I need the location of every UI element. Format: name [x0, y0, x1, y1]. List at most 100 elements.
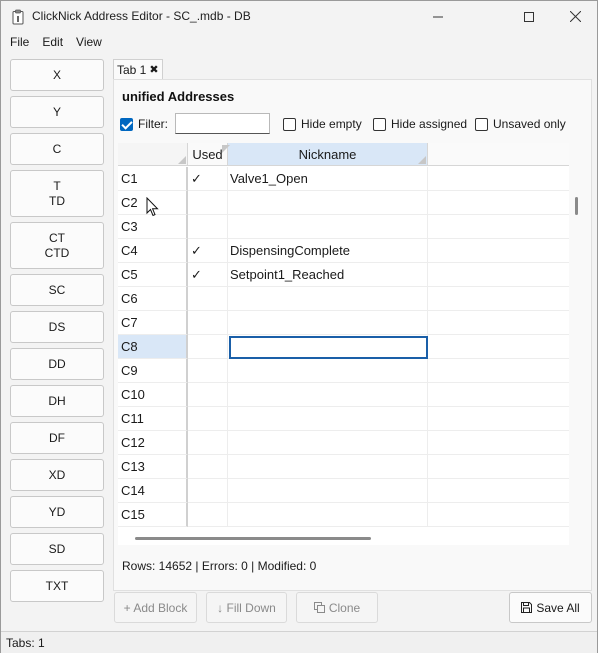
filler-cell[interactable]	[428, 191, 569, 215]
filler-cell[interactable]	[428, 215, 569, 239]
unsaved-only-option[interactable]: Unsaved only	[475, 114, 566, 134]
tab-1[interactable]: Tab 1 ✖	[113, 59, 163, 79]
used-cell[interactable]	[188, 431, 228, 455]
filter-toggle[interactable]: Filter:	[120, 114, 168, 134]
address-cell[interactable]: C10	[118, 383, 188, 407]
filler-cell[interactable]	[428, 503, 569, 527]
nickname-edit-box[interactable]	[229, 336, 428, 359]
filler-cell[interactable]	[428, 239, 569, 263]
table-row[interactable]: C3	[118, 215, 569, 239]
table-row[interactable]: C2	[118, 191, 569, 215]
maximize-button[interactable]	[506, 1, 552, 32]
table-row[interactable]: C15	[118, 503, 569, 527]
address-cell[interactable]: C3	[118, 215, 188, 239]
filler-cell[interactable]	[428, 335, 569, 359]
nickname-cell[interactable]: Valve1_Open	[228, 167, 428, 191]
sidebar-button-ds[interactable]: DS	[10, 311, 104, 343]
used-cell[interactable]	[188, 191, 228, 215]
sidebar-button-x[interactable]: X	[10, 59, 104, 91]
address-cell[interactable]: C15	[118, 503, 188, 527]
address-grid[interactable]: Used Nickname C1 ✓ Valve1_Open C2 C3 C4 ✓ Dispe…	[118, 143, 569, 529]
unsaved-only-checkbox[interactable]	[475, 117, 488, 131]
sidebar-button-ct-ctd[interactable]: CT CTD	[10, 222, 104, 269]
nickname-cell[interactable]	[228, 191, 428, 215]
minimize-button[interactable]	[415, 1, 461, 32]
table-row[interactable]: C11	[118, 407, 569, 431]
column-header-nickname[interactable]: Nickname	[228, 143, 428, 166]
address-cell[interactable]: C9	[118, 359, 188, 383]
used-cell[interactable]	[188, 215, 228, 239]
filler-cell[interactable]	[428, 383, 569, 407]
used-cell[interactable]	[188, 407, 228, 431]
table-row[interactable]: C6	[118, 287, 569, 311]
add-block-button[interactable]: + Add Block	[114, 592, 197, 623]
address-cell[interactable]: C1	[118, 167, 188, 191]
nickname-cell[interactable]	[228, 311, 428, 335]
address-cell[interactable]: C5	[118, 263, 188, 287]
address-cell[interactable]: C12	[118, 431, 188, 455]
filter-input[interactable]	[175, 113, 270, 134]
used-cell[interactable]	[188, 503, 228, 527]
address-cell[interactable]: C8	[118, 335, 188, 359]
hide-assigned-option[interactable]: Hide assigned	[373, 114, 467, 134]
menu-edit[interactable]: Edit	[41, 35, 69, 49]
hide-empty-checkbox[interactable]	[283, 117, 296, 131]
table-row[interactable]: C8	[118, 335, 569, 359]
filler-cell[interactable]	[428, 167, 569, 191]
filler-cell[interactable]	[428, 455, 569, 479]
sidebar-button-y[interactable]: Y	[10, 96, 104, 128]
used-cell[interactable]	[188, 383, 228, 407]
sidebar-button-sd[interactable]: SD	[10, 533, 104, 565]
filler-cell[interactable]	[428, 479, 569, 503]
used-cell[interactable]	[188, 455, 228, 479]
sidebar-button-t-td[interactable]: T TD	[10, 170, 104, 217]
sidebar-button-dd[interactable]: DD	[10, 348, 104, 380]
nickname-cell[interactable]	[228, 503, 428, 527]
sidebar-button-dh[interactable]: DH	[10, 385, 104, 417]
used-cell[interactable]: ✓	[188, 239, 228, 263]
table-row[interactable]: C9	[118, 359, 569, 383]
filler-cell[interactable]	[428, 431, 569, 455]
used-cell[interactable]	[188, 311, 228, 335]
address-cell[interactable]: C11	[118, 407, 188, 431]
address-cell[interactable]: C14	[118, 479, 188, 503]
clone-button[interactable]: Clone	[296, 592, 378, 623]
sidebar-button-yd[interactable]: YD	[10, 496, 104, 528]
filler-cell[interactable]	[428, 407, 569, 431]
table-row[interactable]: C1 ✓ Valve1_Open	[118, 167, 569, 191]
vertical-scrollbar[interactable]	[575, 197, 578, 215]
address-cell[interactable]: C7	[118, 311, 188, 335]
menu-file[interactable]: File	[9, 35, 35, 49]
sidebar-button-c[interactable]: C	[10, 133, 104, 165]
address-cell[interactable]: C13	[118, 455, 188, 479]
used-cell[interactable]	[188, 335, 228, 359]
table-row[interactable]: C7	[118, 311, 569, 335]
tab-close-icon[interactable]: ✖	[149, 64, 158, 75]
table-row[interactable]: C5 ✓ Setpoint1_Reached	[118, 263, 569, 287]
fill-down-button[interactable]: ↓ Fill Down	[206, 592, 287, 623]
nickname-cell[interactable]: Setpoint1_Reached	[228, 263, 428, 287]
filler-cell[interactable]	[428, 359, 569, 383]
nickname-cell[interactable]	[228, 479, 428, 503]
used-cell[interactable]: ✓	[188, 167, 228, 191]
nickname-cell[interactable]	[228, 455, 428, 479]
close-button[interactable]	[552, 1, 598, 32]
table-row[interactable]: C14	[118, 479, 569, 503]
grid-corner-header[interactable]	[118, 143, 188, 166]
address-cell[interactable]: C4	[118, 239, 188, 263]
used-cell[interactable]	[188, 479, 228, 503]
nickname-cell[interactable]	[228, 215, 428, 239]
sidebar-button-df[interactable]: DF	[10, 422, 104, 454]
horizontal-scrollbar[interactable]	[135, 537, 371, 540]
sidebar-button-sc[interactable]: SC	[10, 274, 104, 306]
table-row[interactable]: C10	[118, 383, 569, 407]
save-all-button[interactable]: Save All	[509, 592, 592, 623]
sidebar-button-xd[interactable]: XD	[10, 459, 104, 491]
menu-view[interactable]: View	[75, 35, 108, 49]
nickname-cell[interactable]: DispensingComplete	[228, 239, 428, 263]
hide-assigned-checkbox[interactable]	[373, 117, 386, 131]
table-row[interactable]: C12	[118, 431, 569, 455]
filler-cell[interactable]	[428, 287, 569, 311]
used-cell[interactable]	[188, 287, 228, 311]
nickname-cell[interactable]	[228, 431, 428, 455]
